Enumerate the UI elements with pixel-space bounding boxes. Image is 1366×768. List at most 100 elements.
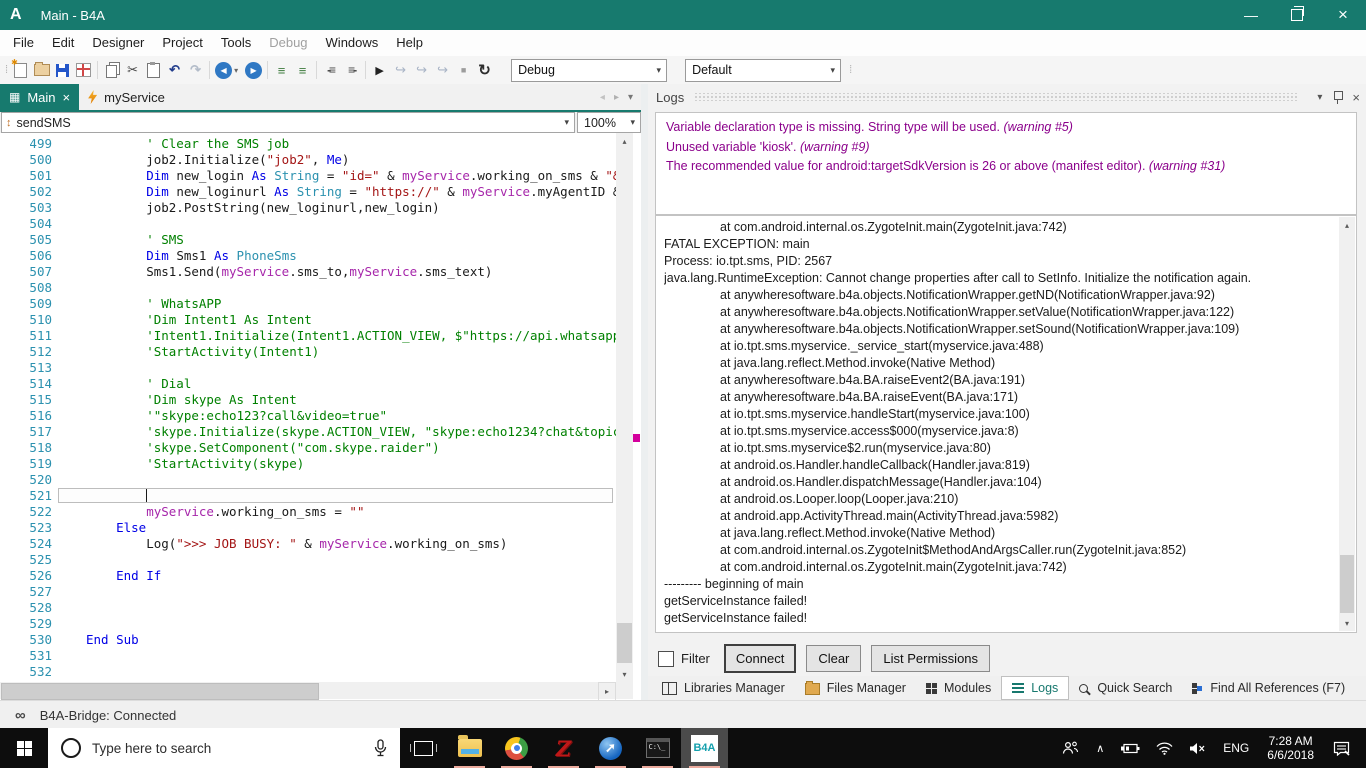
taskbar-browser-sphere[interactable] [587, 728, 634, 768]
uncomment-icon[interactable]: ≡ [292, 60, 313, 81]
outdent-icon[interactable]: -≡ [320, 60, 341, 81]
code-editor[interactable]: 499 ' Clear the SMS job 500 job2.Initiali… [0, 133, 616, 685]
menu-tools[interactable]: Tools [212, 30, 260, 56]
package-icon[interactable] [73, 60, 94, 81]
panel-menu-dropdown-icon[interactable]: ▾ [1317, 92, 1322, 103]
tab-myservice[interactable]: myService [79, 84, 174, 110]
battery-icon[interactable] [1113, 743, 1148, 754]
scroll-right-icon[interactable]: ▸ [598, 682, 616, 701]
wifi-icon[interactable] [1148, 742, 1181, 755]
bridge-status-text: B4A-Bridge: Connected [39, 707, 177, 723]
tab-list-dropdown-icon[interactable]: ▾ [628, 92, 633, 103]
list-permissions-button[interactable]: List Permissions [871, 645, 991, 672]
scrollbar-thumb[interactable] [1340, 555, 1354, 613]
paste-icon[interactable] [143, 60, 164, 81]
log-output-box[interactable]: at com.android.internal.os.ZygoteInit.ma… [655, 215, 1357, 633]
editor-horizontal-scrollbar[interactable]: ▸ [0, 682, 616, 701]
tab-find-all-references[interactable]: Find All References (F7) [1182, 676, 1355, 700]
maximize-button[interactable] [1274, 0, 1320, 30]
code-line: 522 myService.working_on_sms = "" [29, 504, 365, 519]
scroll-down-icon[interactable]: ▾ [616, 666, 633, 682]
log-line: at com.android.internal.os.ZygoteInit$Me… [720, 543, 1187, 557]
tab-quick-search[interactable]: Quick Search [1069, 676, 1182, 700]
code-line: 508 [29, 280, 52, 295]
dropdown-arrow-icon: ▾ [656, 64, 662, 75]
save-icon[interactable] [52, 60, 73, 81]
tab-logs[interactable]: Logs [1001, 676, 1070, 700]
comment-icon[interactable]: ≡ [271, 60, 292, 81]
clock[interactable]: 7:28 AM 6/6/2018 [1258, 734, 1323, 763]
scrollbar-thumb[interactable] [617, 623, 632, 663]
build-configuration-dropdown[interactable]: Debug ▾ [511, 58, 668, 82]
menu-designer[interactable]: Designer [83, 30, 153, 56]
sub-selector-dropdown[interactable]: ↕ sendSMS ▾ [1, 112, 575, 133]
microphone-icon[interactable] [374, 739, 387, 757]
scrollbar-thumb[interactable] [1, 683, 319, 700]
navigate-back-dropdown-icon[interactable]: ▾ [234, 66, 243, 75]
run-icon[interactable]: ▶ [369, 60, 390, 81]
filter-checkbox[interactable] [658, 650, 674, 667]
copy-icon[interactable] [101, 60, 122, 81]
taskbar-command-prompt[interactable]: C:\_ [634, 728, 681, 768]
log-line: at io.tpt.sms.myservice.handleStart(myse… [720, 407, 1030, 421]
b4a-icon: B4A [691, 734, 718, 762]
pane-splitter[interactable] [641, 84, 648, 700]
b4a-ide-window: A Main - B4A — × File Edit Designer Proj… [0, 0, 1366, 768]
restart-icon[interactable]: ↻ [474, 60, 495, 81]
people-icon[interactable] [1054, 741, 1087, 755]
minimize-button[interactable]: — [1228, 0, 1274, 30]
redo-icon[interactable]: ↷ [185, 60, 206, 81]
tab-files-manager[interactable]: Files Manager [795, 676, 916, 700]
menu-help[interactable]: Help [387, 30, 432, 56]
dropdown-arrow-icon: ▾ [630, 117, 635, 127]
open-project-icon[interactable] [31, 60, 52, 81]
toolbar-overflow-grip[interactable]: ⁞ [849, 64, 852, 76]
warnings-box[interactable]: Variable declaration type is missing. St… [655, 112, 1357, 215]
action-center-icon[interactable] [1323, 741, 1362, 756]
taskbar-b4a[interactable]: B4A [681, 728, 728, 768]
panel-pin-icon[interactable] [1333, 90, 1344, 104]
ui-configuration-dropdown[interactable]: Default ▾ [685, 58, 842, 82]
taskbar-file-explorer[interactable] [446, 728, 493, 768]
close-button[interactable]: × [1320, 0, 1366, 30]
menu-edit[interactable]: Edit [43, 30, 83, 56]
indent-icon[interactable]: ≡- [341, 60, 362, 81]
bottom-tab-strip: Libraries Manager Files Manager Modules … [648, 676, 1366, 700]
taskbar-chrome[interactable] [493, 728, 540, 768]
service-bolt-icon [88, 90, 98, 104]
connect-button[interactable]: Connect [723, 644, 797, 673]
tab-scroll-left-icon[interactable]: ◂ [600, 92, 605, 103]
language-indicator[interactable]: ENG [1214, 741, 1258, 755]
task-view-button[interactable] [400, 728, 446, 768]
editor-vertical-scrollbar[interactable]: ▴ ▾ [616, 133, 633, 682]
scroll-up-icon[interactable]: ▴ [1339, 217, 1355, 233]
clear-button[interactable]: Clear [806, 645, 862, 672]
editor-zoom-dropdown[interactable]: 100% ▾ [577, 112, 641, 133]
navigate-forward-icon[interactable]: ▶ [243, 60, 264, 81]
start-button[interactable] [0, 728, 48, 768]
menu-windows[interactable]: Windows [317, 30, 388, 56]
log-vertical-scrollbar[interactable]: ▴ ▾ [1339, 217, 1355, 631]
panel-close-icon[interactable]: × [1352, 90, 1360, 105]
taskbar-search-box[interactable]: Type here to search [48, 728, 400, 768]
cut-icon[interactable]: ✂ [122, 60, 143, 81]
tab-close-icon[interactable]: × [63, 90, 71, 105]
menu-file[interactable]: File [4, 30, 43, 56]
tray-expand-chevron-icon[interactable]: ∧ [1087, 742, 1113, 755]
tab-scroll-right-icon[interactable]: ▸ [614, 92, 619, 103]
tab-libraries-manager[interactable]: Libraries Manager [652, 676, 795, 700]
new-file-icon[interactable] [10, 58, 31, 81]
volume-muted-icon[interactable] [1181, 742, 1214, 755]
tab-modules[interactable]: Modules [916, 676, 1001, 700]
tab-main[interactable]: ▦ Main × [0, 84, 80, 110]
code-line: 503 job2.PostString(new_loginurl,new_log… [29, 200, 440, 215]
menu-project[interactable]: Project [153, 30, 211, 56]
toolbar-grip[interactable]: ⁞ [5, 64, 8, 76]
scroll-down-icon[interactable]: ▾ [1339, 615, 1355, 631]
scroll-up-icon[interactable]: ▴ [616, 133, 633, 149]
taskbar-filezilla[interactable]: Z [540, 728, 587, 768]
navigate-back-icon[interactable]: ◀ [213, 60, 234, 81]
status-bar: ∞ B4A-Bridge: Connected [0, 700, 1366, 729]
sphere-icon [599, 736, 622, 760]
undo-icon[interactable]: ↶ [164, 60, 185, 81]
